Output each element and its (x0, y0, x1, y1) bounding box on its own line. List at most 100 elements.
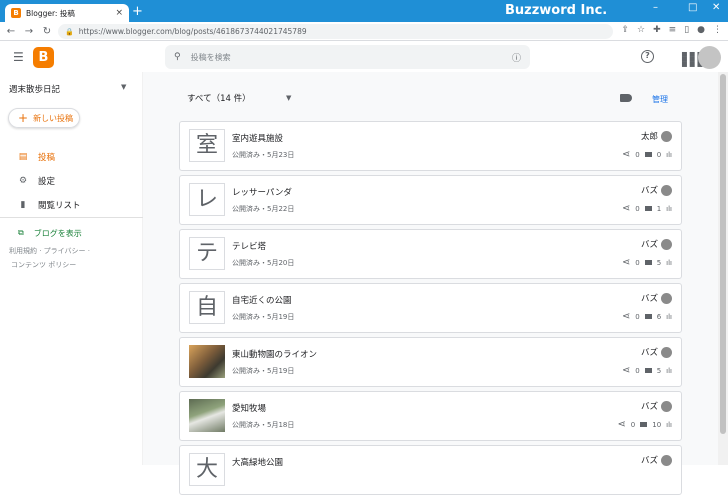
author-name: バズ (640, 402, 658, 412)
blogger-favicon-icon: B (11, 8, 21, 18)
blogger-logo[interactable]: B (33, 47, 54, 68)
filter-dropdown-icon[interactable]: ▼ (286, 94, 291, 102)
close-window-button[interactable]: ✕ (712, 2, 720, 13)
content-policy-link[interactable]: コンテンツ ポリシー (11, 260, 76, 270)
sidebar-item-reading-list[interactable]: ▮ 閲覧リスト (0, 194, 143, 216)
post-stats: ⋖ 0 5 ılı (622, 257, 672, 268)
hamburger-menu-icon[interactable]: ☰ (13, 50, 24, 64)
post-thumbnail: テ (189, 237, 225, 270)
sidebar-item-label: 設定 (38, 177, 56, 187)
author-name: バズ (640, 348, 658, 358)
post-title[interactable]: 自宅近くの公園 (232, 294, 292, 306)
label-icon[interactable] (620, 94, 632, 102)
new-post-button[interactable]: + 新しい投稿 (8, 108, 80, 128)
author-name: バズ (640, 240, 658, 250)
post-title[interactable]: レッサーパンダ (232, 186, 292, 198)
post-row[interactable]: テテレビ塔 公開済み・5月20日 バズ ⋖ 0 5 ılı (179, 229, 682, 279)
reading-list-icon[interactable]: ≡ (669, 25, 677, 35)
share-icon[interactable]: ⋖ (622, 149, 630, 160)
tab-title: Blogger: 投稿 (26, 8, 75, 18)
menu-icon[interactable]: ⋮ (713, 25, 722, 35)
sidebar-item-settings[interactable]: ⚙ 設定 (0, 170, 143, 192)
new-post-label: 新しい投稿 (33, 113, 74, 123)
post-row[interactable]: 室室内遊具施設 公開済み・5月23日 太郎 ⋖ 0 0 ılı (179, 121, 682, 171)
browser-tab[interactable]: B Blogger: 投稿 × (5, 4, 129, 22)
views-chart-icon: ılı (666, 312, 672, 321)
browser-titlebar: B Blogger: 投稿 × + Buzzword Inc. – □ ✕ (0, 0, 728, 22)
account-avatar[interactable] (698, 46, 721, 69)
views-chart-icon: ılı (666, 366, 672, 375)
view-count: 1 (656, 204, 662, 213)
post-title[interactable]: 室内遊具施設 (232, 132, 283, 144)
profile-icon[interactable]: ● (697, 25, 705, 35)
post-title[interactable]: テレビ塔 (232, 240, 266, 252)
views-chart-icon: ılı (666, 150, 672, 159)
manage-button[interactable]: 管理 (652, 94, 668, 105)
tab-close-icon[interactable]: × (115, 8, 123, 18)
share-icon[interactable]: ⋖ (617, 419, 625, 430)
sidebar-item-label: 投稿 (38, 153, 56, 163)
post-author: バズ (641, 184, 672, 196)
post-title[interactable]: 愛知牧場 (232, 402, 266, 414)
reload-icon[interactable]: ↻ (40, 26, 54, 37)
author-avatar (661, 454, 672, 466)
bookmark-icon: ▮ (20, 200, 26, 210)
sidepanel-icon[interactable]: ▯ (684, 25, 689, 35)
sidebar-divider (0, 217, 143, 218)
post-row[interactable]: 愛知牧場 公開済み・5月18日 バズ ⋖ 0 10 ılı (179, 391, 682, 441)
comment-count: 0 (635, 366, 640, 375)
view-count: 5 (656, 258, 662, 267)
author-avatar (661, 292, 672, 304)
back-icon[interactable]: ← (4, 26, 18, 37)
view-count: 6 (656, 312, 662, 321)
extensions-icon[interactable]: ✚ (653, 25, 661, 35)
maximize-button[interactable]: □ (688, 2, 697, 13)
post-author: バズ (641, 238, 672, 250)
view-count: 0 (656, 150, 662, 159)
search-input[interactable]: 投稿を検索 (191, 52, 512, 63)
help-icon[interactable]: ? (641, 50, 654, 63)
post-status: 公開済み・5月18日 (232, 421, 295, 429)
blog-name[interactable]: 週末散歩日記 (9, 83, 60, 95)
author-avatar (661, 130, 672, 142)
footer-links[interactable]: 利用規約 · プライバシー · (9, 246, 90, 256)
share-icon[interactable]: ⋖ (622, 365, 630, 376)
share-icon[interactable]: ⋖ (622, 203, 630, 214)
search-bar[interactable]: ⚲ 投稿を検索 ⓘ (165, 45, 530, 69)
url-text: https://www.blogger.com/blog/posts/46186… (78, 27, 307, 36)
post-thumbnail: レ (189, 183, 225, 216)
post-thumbnail (189, 399, 225, 432)
post-title[interactable]: 東山動物園のライオン (232, 348, 317, 360)
gear-icon: ⚙ (18, 176, 28, 186)
forward-icon[interactable]: → (22, 26, 36, 37)
new-tab-button[interactable]: + (132, 5, 143, 18)
post-row[interactable]: 東山動物園のライオン 公開済み・5月19日 バズ ⋖ 0 5 ılı (179, 337, 682, 387)
post-filter[interactable]: すべて（14 件） (187, 92, 251, 104)
post-author: バズ (641, 454, 672, 466)
post-row[interactable]: 大大高緑地公園 バズ (179, 445, 682, 495)
share-icon[interactable]: ⋖ (622, 257, 630, 268)
author-name: バズ (640, 456, 658, 466)
url-field[interactable]: 🔒 https://www.blogger.com/blog/posts/461… (58, 24, 613, 39)
chevron-down-icon[interactable]: ▼ (121, 83, 126, 91)
star-icon[interactable]: ☆ (637, 25, 645, 35)
share-icon[interactable]: ⋖ (622, 311, 630, 322)
post-row[interactable]: 自自宅近くの公園 公開済み・5月19日 バズ ⋖ 0 6 ılı (179, 283, 682, 333)
author-name: 太郎 (640, 132, 658, 142)
info-icon[interactable]: ⓘ (512, 51, 521, 64)
post-stats: ⋖ 0 10 ılı (617, 419, 672, 430)
post-title[interactable]: 大高緑地公園 (232, 456, 283, 468)
author-name: バズ (640, 186, 658, 196)
share-page-icon[interactable]: ⇪ (621, 25, 629, 35)
post-row[interactable]: レレッサーパンダ 公開済み・5月22日 バズ ⋖ 0 1 ılı (179, 175, 682, 225)
comment-count: 0 (630, 420, 636, 429)
post-thumbnail: 自 (189, 291, 225, 324)
sidebar-item-posts[interactable]: ▤ 投稿 (0, 146, 143, 168)
view-blog-link[interactable]: ⧉ ブログを表示 (0, 222, 143, 244)
minimize-button[interactable]: – (653, 2, 658, 13)
author-avatar (661, 400, 672, 412)
scrollbar-thumb[interactable] (720, 74, 726, 434)
sidebar: 週末散歩日記 ▼ + 新しい投稿 ▤ 投稿 ⚙ 設定 ▮ 閲覧リスト ⧉ ブログ… (0, 72, 143, 465)
comment-icon (644, 314, 652, 319)
browser-toolbar-icons: ⇪ ☆ ✚ ≡ ▯ ● ⋮ (621, 25, 722, 35)
